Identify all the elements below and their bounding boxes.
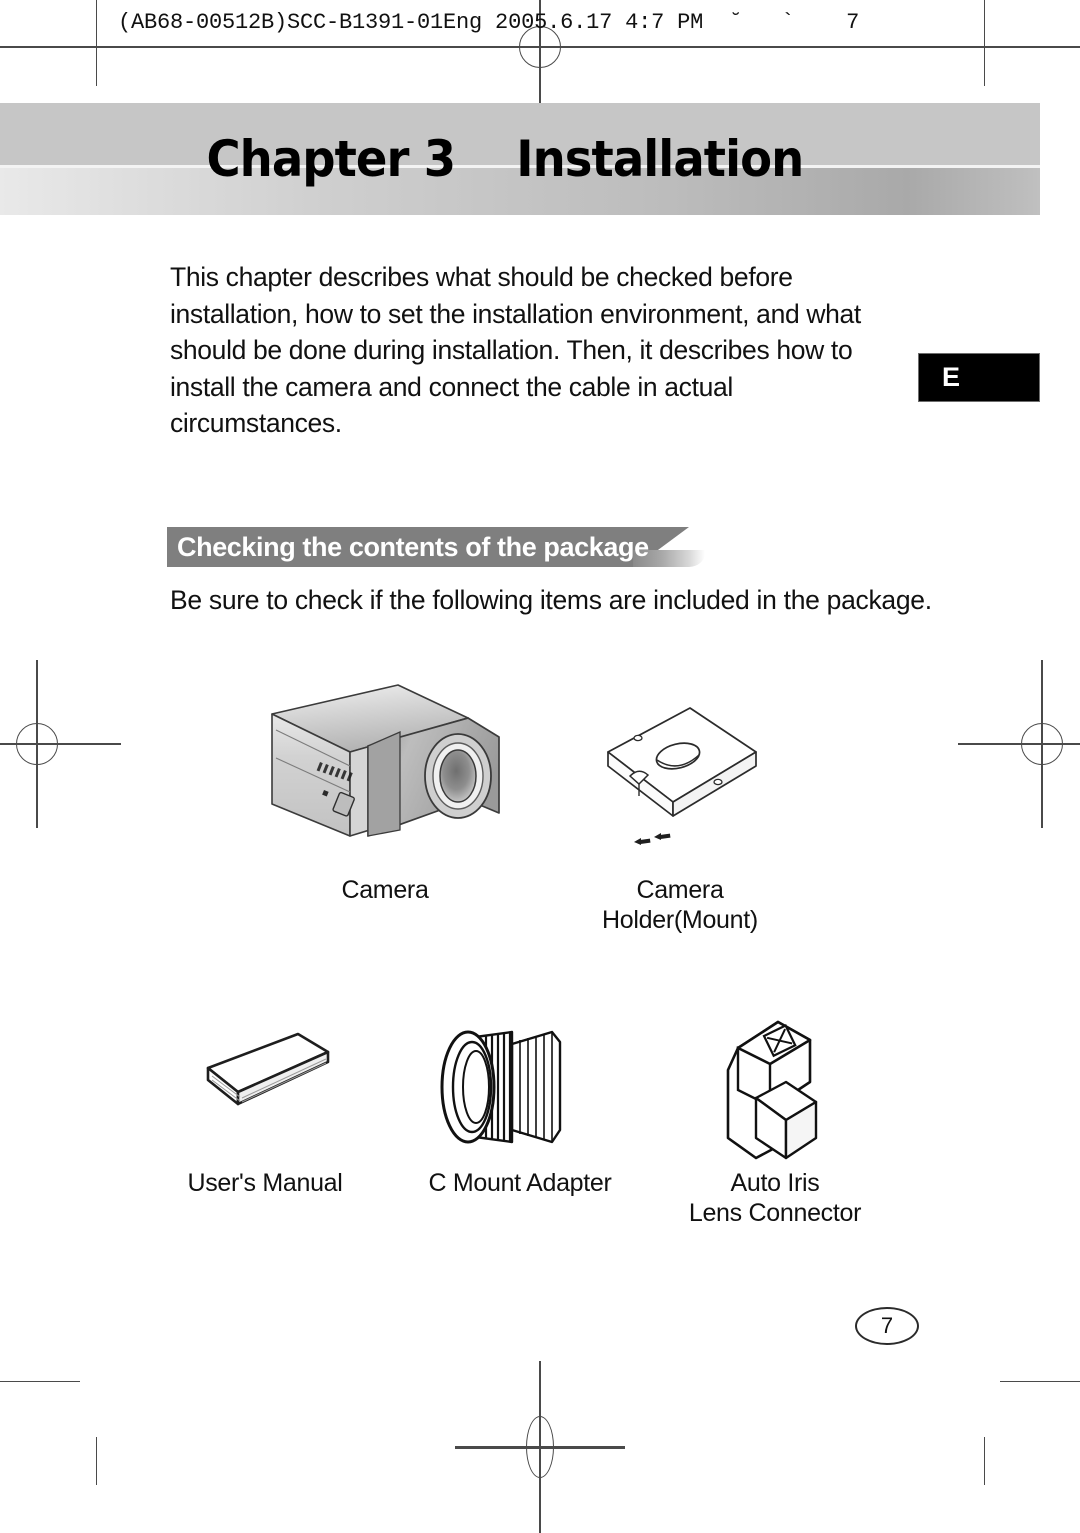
banner-right-margin: [1040, 103, 1080, 215]
crop-mark-bottom-left-horizontal: [0, 1381, 80, 1383]
package-item-label: Camera Holder(Mount): [602, 876, 758, 934]
c-mount-adapter-icon: [440, 1030, 562, 1144]
section-heading-bar: Checking the contents of the package: [167, 527, 705, 567]
package-item-c-mount-adapter: C Mount Adapter: [400, 1010, 640, 1198]
intro-paragraph: This chapter describes what should be ch…: [170, 262, 861, 438]
section-heading-text: Checking the contents of the package: [177, 531, 649, 562]
c-mount-adapter-illustration: [400, 1010, 640, 1168]
package-item-camera: Camera: [250, 680, 520, 905]
package-item-label: Auto Iris Lens Connector: [688, 1169, 862, 1227]
crop-mark-bottom-right-horizontal: [1000, 1381, 1080, 1383]
page-number: 7: [855, 1307, 919, 1345]
users-manual-icon: [206, 1032, 330, 1106]
print-header-text: (AB68-00512B)SCC-B1391-01Eng 2005.6.17 4…: [118, 10, 860, 35]
auto-iris-lens-connector-illustration: [660, 1010, 890, 1168]
crop-mark-bottom-left-vertical: [96, 1437, 98, 1485]
section-sub-text: Be sure to check if the following items …: [170, 585, 932, 615]
crop-mark-top-right-vertical: [984, 0, 986, 86]
users-manual-illustration: [150, 1018, 380, 1168]
package-item-camera-holder: Camera Holder(Mount): [560, 690, 800, 935]
language-tab-letter: E: [942, 362, 961, 392]
camera-icon: [271, 684, 500, 837]
chapter-banner: Chapter 3 Installation: [0, 103, 1080, 215]
crop-mark-top-left-vertical: [96, 0, 98, 86]
auto-iris-lens-connector-icon: [726, 1020, 818, 1160]
mounting-screws-icon: [634, 833, 671, 845]
package-item-label: Camera: [341, 876, 429, 904]
package-item-label: C Mount Adapter: [428, 1169, 612, 1197]
camera-holder-icon: [607, 707, 757, 845]
package-item-label: User's Manual: [187, 1169, 343, 1197]
package-item-users-manual: User's Manual: [150, 1018, 380, 1198]
package-item-auto-iris-lens-connector: Auto Iris Lens Connector: [660, 1010, 890, 1228]
crop-mark-bottom-right-vertical: [984, 1437, 986, 1485]
page-title: Chapter 3 Installation: [0, 103, 1010, 215]
page-number-text: 7: [880, 1313, 894, 1338]
chapter-title-text: Chapter 3 Installation: [206, 130, 805, 188]
camera-illustration: [250, 680, 520, 875]
language-tab: E: [918, 353, 1040, 402]
camera-holder-illustration: [560, 690, 800, 875]
